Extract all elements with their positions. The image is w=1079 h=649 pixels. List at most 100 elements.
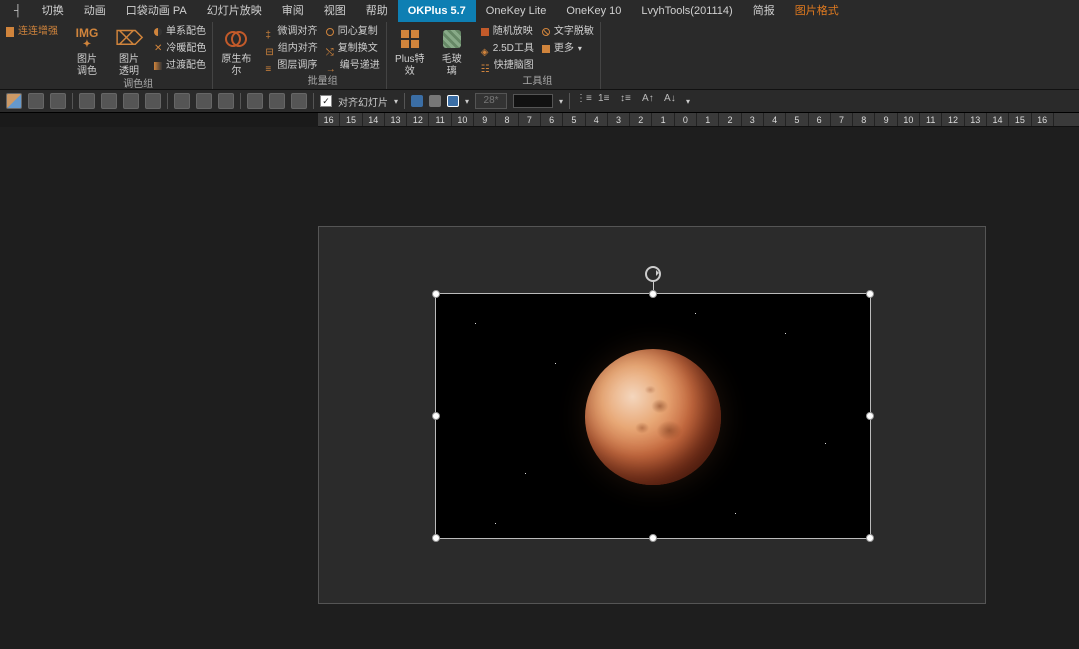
tools-col-b: 文字脱敏 更多 ▾	[542, 24, 594, 56]
slide[interactable]	[318, 226, 986, 604]
bullets-button[interactable]: ⋮≡	[576, 93, 592, 109]
menu-item-5[interactable]: 视图	[314, 0, 356, 22]
copy-swap-button[interactable]: ⤭复制换文	[326, 41, 380, 56]
rotate-handle[interactable]	[645, 266, 661, 282]
qt-btn-4[interactable]	[79, 93, 95, 109]
rotate-stem	[653, 282, 654, 290]
concentric-copy-button[interactable]: 同心复制	[326, 24, 380, 39]
menu-item-4[interactable]: 审阅	[272, 0, 314, 22]
quick-toolbar: ✓ 对齐幻灯片▾ ▾ 28* ▾ ⋮≡ 1≡ ↕≡ A↑ A↓ ▾	[0, 90, 1079, 113]
align-slide-checkbox[interactable]: ✓	[320, 95, 332, 107]
mono-scheme-button[interactable]: 单系配色	[154, 24, 206, 39]
group-align-icon: ⊟	[265, 45, 273, 53]
more-button[interactable]: 更多 ▾	[542, 41, 594, 56]
stack-icon	[6, 27, 14, 37]
color-scheme-stack: 单系配色 ✕冷暖配色 过渡配色	[154, 24, 206, 73]
resize-handle-se[interactable]	[866, 534, 874, 542]
tools-col-a: 随机放映 ◈2.5D工具 ☷快捷脑图	[481, 24, 534, 73]
batch-col-b: 同心复制 ⤭复制换文 →编号递进	[326, 24, 380, 73]
random-play-button[interactable]: 随机放映	[481, 24, 534, 39]
boolean-button[interactable]: 原生布 尔	[219, 24, 253, 78]
image-transparent-label: 图片 透明	[119, 54, 139, 78]
qt-btn-3[interactable]	[50, 93, 66, 109]
align-top-button[interactable]	[247, 93, 263, 109]
align-middle-button[interactable]	[269, 93, 285, 109]
text-swatch[interactable]	[447, 95, 459, 107]
ribbon-group-enhance: 连连增强	[0, 22, 64, 89]
menu-bar: ┤ 切换 动画 口袋动画 PA 幻灯片放映 审阅 视图 帮助 OKPlus 5.…	[0, 0, 1079, 22]
menu-item-3[interactable]: 幻灯片放映	[197, 0, 272, 22]
resize-handle-s[interactable]	[649, 534, 657, 542]
menu-item-2[interactable]: 口袋动画 PA	[116, 0, 197, 22]
align-right-button[interactable]	[218, 93, 234, 109]
separator	[404, 93, 405, 109]
image-tint-button[interactable]: IMG✦ 图片 调色	[70, 24, 104, 78]
text-mask-button[interactable]: 文字脱敏	[542, 24, 594, 39]
group-tools-caption: 工具组	[481, 75, 594, 89]
mindmap-button[interactable]: ☷快捷脑图	[481, 58, 534, 73]
font-dec-button[interactable]: A↓	[664, 93, 680, 109]
editor-canvas[interactable]	[0, 127, 1079, 649]
ribbon: 连连增强 IMG✦ 图片 调色 ⌦ 图片 透明 单系配色 ✕冷暖配色 过渡配色 …	[0, 22, 1079, 90]
menu-item-1[interactable]: 动画	[74, 0, 116, 22]
transparent-icon: ⌦	[116, 26, 142, 52]
layer-order-button[interactable]: ≡图层调序	[265, 58, 317, 73]
group-align-button[interactable]: ⊟组内对齐	[265, 41, 317, 56]
number-inc-button[interactable]: →编号递进	[326, 58, 380, 73]
qt-btn-6[interactable]	[123, 93, 139, 109]
swap-icon: ✕	[154, 41, 162, 56]
menu-item-6[interactable]: 帮助	[356, 0, 398, 22]
menu-item-11[interactable]: 简报	[743, 0, 785, 22]
menu-item-12[interactable]: 图片格式	[785, 0, 849, 22]
tool-25d-button[interactable]: ◈2.5D工具	[481, 41, 534, 56]
rings-icon	[223, 26, 249, 52]
glass-effect-label: 毛玻 璃	[442, 54, 462, 78]
resize-handle-n[interactable]	[649, 290, 657, 298]
play-icon	[481, 28, 489, 36]
resize-handle-e[interactable]	[866, 412, 874, 420]
qt-btn-5[interactable]	[101, 93, 117, 109]
selection-box[interactable]	[435, 293, 871, 539]
forbid-icon	[542, 28, 550, 36]
menu-item-0[interactable]: 切换	[32, 0, 74, 22]
font-size-input[interactable]: 28*	[475, 93, 507, 109]
resize-handle-nw[interactable]	[432, 290, 440, 298]
fill-swatch[interactable]	[411, 95, 423, 107]
plus-effect-button[interactable]: Plus特 效	[393, 24, 427, 78]
group-color-caption: 调色组	[70, 78, 206, 92]
menu-item-8[interactable]: OneKey Lite	[476, 0, 557, 22]
align-bottom-button[interactable]	[291, 93, 307, 109]
menu-item-9[interactable]: OneKey 10	[556, 0, 631, 22]
enhance-button[interactable]: 连连增强	[6, 24, 58, 39]
separator	[240, 93, 241, 109]
micro-align-button[interactable]: ‡微调对齐	[265, 24, 317, 39]
resize-handle-sw[interactable]	[432, 534, 440, 542]
image-tint-label: 图片 调色	[77, 54, 97, 78]
resize-handle-ne[interactable]	[866, 290, 874, 298]
separator	[167, 93, 168, 109]
glass-effect-button[interactable]: 毛玻 璃	[435, 24, 469, 78]
align-center-button[interactable]	[196, 93, 212, 109]
menu-item-10[interactable]: LvyhTools(201114)	[631, 0, 742, 22]
color-picker[interactable]	[513, 94, 553, 108]
menu-item-partial[interactable]: ┤	[4, 0, 32, 22]
font-inc-button[interactable]: A↑	[642, 93, 658, 109]
ribbon-group-effect: Plus特 效 毛玻 璃	[387, 22, 475, 89]
resize-handle-w[interactable]	[432, 412, 440, 420]
menu-item-7[interactable]: OKPlus 5.7	[398, 0, 476, 22]
numbering-button[interactable]: 1≡	[598, 93, 614, 109]
qt-btn-1[interactable]	[6, 93, 22, 109]
align-left-button[interactable]	[174, 93, 190, 109]
ribbon-group-color: IMG✦ 图片 调色 ⌦ 图片 透明 单系配色 ✕冷暖配色 过渡配色 调色组	[64, 22, 213, 89]
brain-icon: ☷	[481, 62, 490, 70]
qt-btn-7[interactable]	[145, 93, 161, 109]
qt-btn-2[interactable]	[28, 93, 44, 109]
stroke-swatch[interactable]	[429, 95, 441, 107]
half-circle-icon	[154, 28, 162, 36]
warm-cool-button[interactable]: ✕冷暖配色	[154, 41, 206, 56]
ribbon-group-tools: 随机放映 ◈2.5D工具 ☷快捷脑图 文字脱敏 更多 ▾ 工具组	[475, 22, 601, 89]
linespacing-button[interactable]: ↕≡	[620, 93, 636, 109]
image-transparent-button[interactable]: ⌦ 图片 透明	[112, 24, 146, 78]
gradient-scheme-button[interactable]: 过渡配色	[154, 58, 206, 73]
ribbon-group-batch: ‡微调对齐 ⊟组内对齐 ≡图层调序 同心复制 ⤭复制换文 →编号递进 批量组	[259, 22, 386, 89]
